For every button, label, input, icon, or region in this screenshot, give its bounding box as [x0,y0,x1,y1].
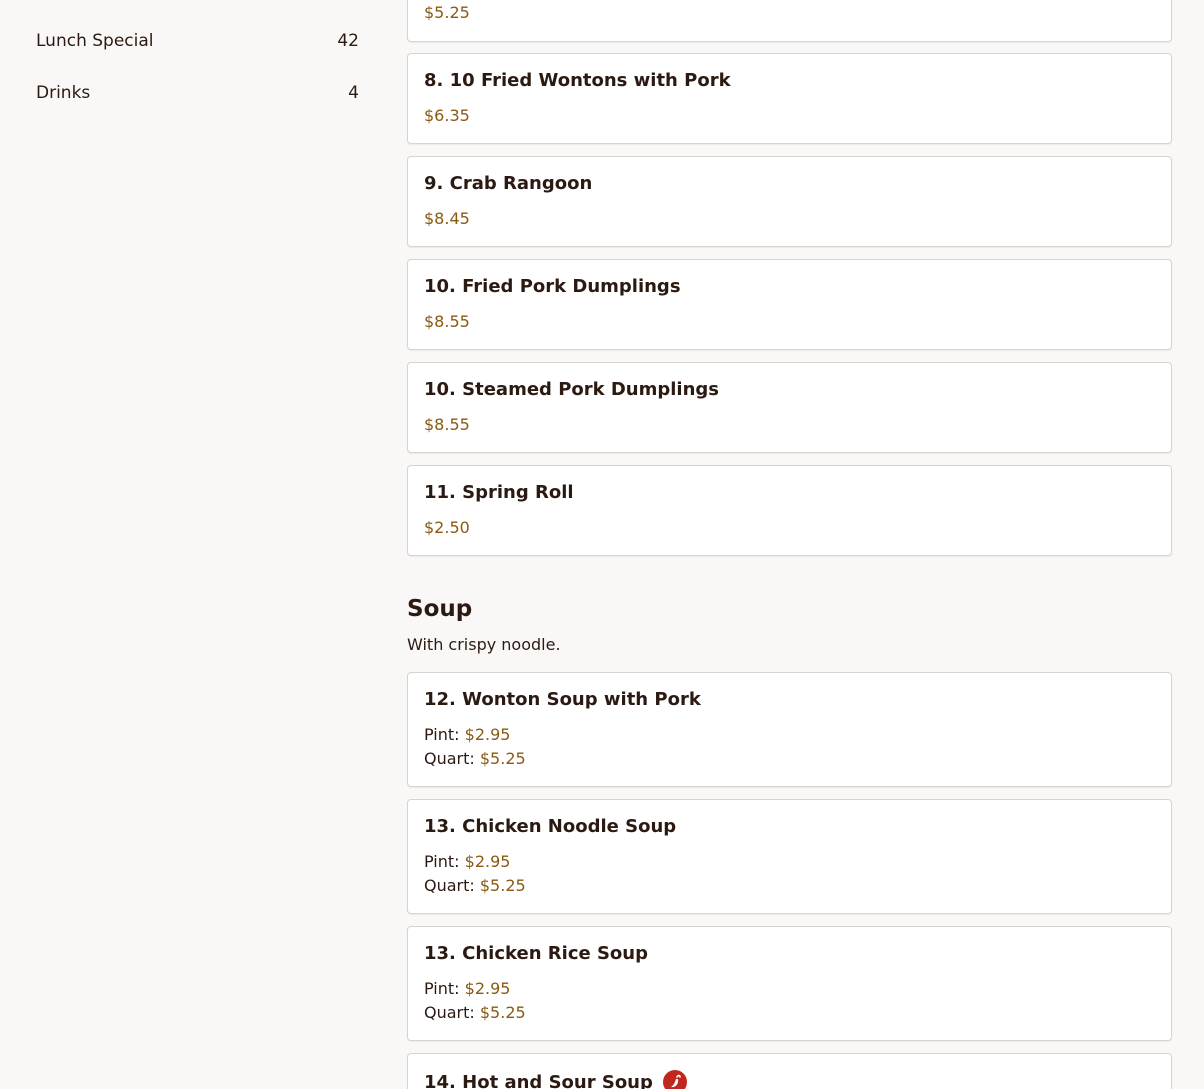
item-title-row: 14. Hot and Sour Soup [424,1070,687,1089]
menu-item-card[interactable]: 13. Chicken Noodle Soup Pint: $2.95 Quar… [407,799,1172,914]
sidebar-item-label: Lunch Special [36,31,154,51]
sidebar-item-lunch-special[interactable]: Lunch Special 42 [36,31,359,51]
sidebar-item-label: Drinks [36,83,91,103]
pint-label: Pint: [424,979,460,998]
section-title-soup: Soup [407,596,473,622]
pint-price: $2.95 [464,979,511,998]
item-price: $8.45 [424,209,470,228]
menu-item-card[interactable]: 12. Wonton Soup with Pork Pint: $2.95 Qu… [407,672,1172,787]
menu-page: Lunch Special 42 Drinks 4 $5.25 8. 10 Fr… [0,0,1204,1089]
quart-price-line: Quart: $5.25 [424,749,526,768]
menu-item-card[interactable]: 13. Chicken Rice Soup Pint: $2.95 Quart:… [407,926,1172,1041]
pint-price: $2.95 [464,725,511,744]
quart-label: Quart: [424,749,475,768]
item-price: $8.55 [424,415,470,434]
menu-item-card[interactable]: 8. 10 Fried Wontons with Pork $6.35 [407,53,1172,144]
pint-price-line: Pint: $2.95 [424,852,510,871]
quart-price: $5.25 [479,749,526,768]
pint-label: Pint: [424,725,460,744]
item-title: 11. Spring Roll [424,482,574,503]
item-title: 13. Chicken Noodle Soup [424,816,677,837]
sidebar-item-drinks[interactable]: Drinks 4 [36,83,359,103]
section-subtitle: With crispy noodle. [407,635,561,654]
item-title: 10. Fried Pork Dumplings [424,276,681,297]
item-title: 13. Chicken Rice Soup [424,943,648,964]
menu-item-card[interactable]: 10. Fried Pork Dumplings $8.55 [407,259,1172,350]
quart-label: Quart: [424,876,475,895]
item-title: 10. Steamed Pork Dumplings [424,379,720,400]
item-price: $2.50 [424,518,470,537]
sidebar-item-count: 4 [348,83,359,103]
quart-label: Quart: [424,1003,475,1022]
menu-item-card[interactable]: 11. Spring Roll $2.50 [407,465,1172,556]
sidebar-item-count: 42 [337,31,359,51]
spicy-pepper-icon [662,1070,687,1089]
menu-item-card[interactable]: $5.25 [407,0,1172,42]
menu-item-card[interactable]: 14. Hot and Sour Soup [407,1053,1172,1089]
menu-item-card[interactable]: 9. Crab Rangoon $8.45 [407,156,1172,247]
item-price: $6.35 [424,106,470,125]
pint-price-line: Pint: $2.95 [424,725,510,744]
item-price: $5.25 [424,3,470,22]
item-title: 8. 10 Fried Wontons with Pork [424,70,731,91]
pint-price-line: Pint: $2.95 [424,979,510,998]
item-title: 12. Wonton Soup with Pork [424,689,701,710]
quart-price: $5.25 [479,876,526,895]
quart-price: $5.25 [479,1003,526,1022]
item-title: 14. Hot and Sour Soup [424,1071,653,1089]
item-price: $8.55 [424,312,470,331]
pint-label: Pint: [424,852,460,871]
menu-item-card[interactable]: 10. Steamed Pork Dumplings $8.55 [407,362,1172,453]
pint-price: $2.95 [464,852,511,871]
quart-price-line: Quart: $5.25 [424,1003,526,1022]
quart-price-line: Quart: $5.25 [424,876,526,895]
item-title: 9. Crab Rangoon [424,173,593,194]
